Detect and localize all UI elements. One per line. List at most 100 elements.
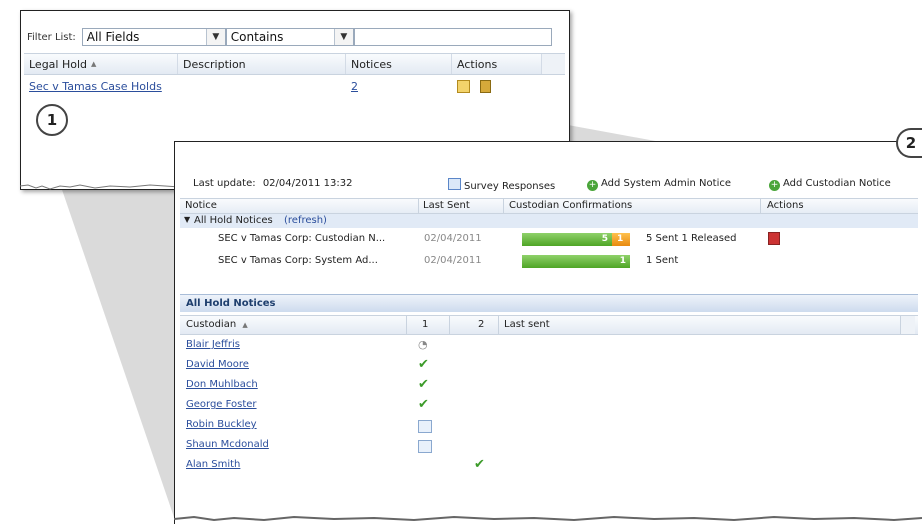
delete-icon[interactable] bbox=[480, 79, 491, 93]
filter-input[interactable] bbox=[353, 28, 552, 46]
sort-asc-icon: ▲ bbox=[242, 321, 248, 329]
callout-number-1: 1 bbox=[36, 104, 68, 136]
table-row[interactable]: David Moore ✔ bbox=[180, 355, 918, 375]
add-custodian-notice-button[interactable]: + Add Custodian Notice bbox=[769, 178, 891, 191]
group-row-all-hold-notices[interactable]: ▼ All Hold Notices (refresh) bbox=[180, 214, 918, 228]
table-row[interactable]: Alan Smith ✔ bbox=[180, 455, 918, 475]
confirmation-progress-bar: 1 bbox=[522, 255, 630, 268]
column-header-notices[interactable]: Notices bbox=[346, 54, 452, 74]
add-icon: + bbox=[769, 180, 780, 191]
refresh-link[interactable]: (refresh) bbox=[284, 215, 327, 226]
confirmed-check-icon: ✔ bbox=[418, 377, 429, 392]
column-header-last-sent[interactable]: Last sent bbox=[504, 319, 550, 330]
sort-asc-icon: ▲ bbox=[91, 60, 97, 68]
column-header-custodian-confirmations[interactable]: Custodian Confirmations bbox=[509, 200, 632, 211]
notice-name: SEC v Tamas Corp: System Ad... bbox=[218, 255, 378, 266]
notice-row[interactable]: SEC v Tamas Corp: System Ad... 02/04/201… bbox=[180, 250, 918, 272]
confirmed-check-icon: ✔ bbox=[418, 397, 429, 412]
released-segment: 1 bbox=[612, 233, 630, 246]
custodian-link[interactable]: George Foster bbox=[186, 399, 257, 410]
table-row[interactable]: Robin Buckley bbox=[180, 415, 918, 435]
torn-edge bbox=[20, 184, 180, 190]
actions-cell bbox=[452, 79, 542, 93]
operator-select[interactable]: Contains ▼ bbox=[225, 28, 354, 46]
custodian-link[interactable]: Don Muhlbach bbox=[186, 379, 258, 390]
section-title-label: All Hold Notices bbox=[186, 298, 276, 309]
released-count-label: 1 bbox=[617, 234, 624, 244]
custodian-rows: Blair Jeffris ◔ David Moore ✔ Don Muhlbach… bbox=[180, 335, 918, 475]
notice-last-sent: 02/04/2011 bbox=[424, 233, 482, 244]
sent-segment: 5 bbox=[522, 233, 612, 246]
table-row[interactable]: Shaun Mcdonald bbox=[180, 435, 918, 455]
notice-row[interactable]: SEC v Tamas Corp: Custodian N... 02/04/2… bbox=[180, 228, 918, 250]
confirmation-progress-bar: 5 1 bbox=[522, 233, 630, 246]
survey-label: Survey Responses bbox=[464, 181, 556, 192]
column-header-description[interactable]: Description bbox=[178, 54, 346, 74]
table-row[interactable]: Blair Jeffris ◔ bbox=[180, 335, 918, 355]
group-label: All Hold Notices bbox=[194, 215, 273, 226]
collapse-triangle-icon[interactable]: ▼ bbox=[184, 215, 190, 224]
column-label: Description bbox=[183, 57, 246, 71]
mail-sent-icon bbox=[418, 440, 432, 453]
sent-count-label: 5 bbox=[601, 234, 608, 244]
custodian-link[interactable]: Blair Jeffris bbox=[186, 339, 240, 350]
scrollbar-up[interactable] bbox=[542, 54, 565, 74]
notices-toolbar: Last update: 02/04/2011 13:32 Survey Res… bbox=[193, 178, 922, 194]
custodian-link[interactable]: Robin Buckley bbox=[186, 419, 257, 430]
notices-detail-panel: Last update: 02/04/2011 13:32 Survey Res… bbox=[174, 141, 922, 524]
confirmed-check-icon: ✔ bbox=[474, 457, 485, 472]
confirmation-summary: 1 Sent bbox=[646, 255, 679, 266]
confirmation-summary: 5 Sent 1 Released bbox=[646, 233, 737, 244]
column-header-actions[interactable]: Actions bbox=[452, 54, 542, 74]
legal-hold-cell: Sec v Tamas Case Holds bbox=[24, 80, 178, 93]
legal-hold-link[interactable]: Sec v Tamas Case Holds bbox=[29, 80, 162, 93]
column-label: Legal Hold bbox=[29, 57, 88, 71]
delete-notice-icon[interactable] bbox=[768, 232, 780, 245]
column-label: Actions bbox=[457, 57, 498, 71]
last-update-label: Last update: bbox=[193, 178, 256, 189]
sent-segment: 1 bbox=[522, 255, 630, 268]
table-row[interactable]: Don Muhlbach ✔ bbox=[180, 375, 918, 395]
column-header-legal-hold[interactable]: Legal Hold ▲ bbox=[24, 54, 178, 74]
table-row[interactable]: George Foster ✔ bbox=[180, 395, 918, 415]
notices-grid: Notice Last Sent Custodian Confirmations… bbox=[180, 198, 918, 272]
notices-grid-header: Notice Last Sent Custodian Confirmations… bbox=[180, 198, 918, 214]
column-header-actions[interactable]: Actions bbox=[767, 200, 804, 211]
edit-icon[interactable] bbox=[457, 79, 470, 93]
custodian-grid-header: Custodian ▲ 1 2 Last sent bbox=[180, 315, 918, 335]
column-header-notice-2[interactable]: 2 bbox=[478, 319, 484, 330]
field-select-value: All Fields bbox=[86, 30, 140, 44]
chevron-down-icon: ▼ bbox=[333, 29, 353, 45]
add-admin-label: Add System Admin Notice bbox=[601, 178, 732, 189]
column-header-last-sent[interactable]: Last Sent bbox=[423, 200, 470, 211]
column-label: Notices bbox=[351, 57, 392, 71]
table-row: Sec v Tamas Case Holds 2 bbox=[24, 75, 565, 97]
last-update: Last update: 02/04/2011 13:32 bbox=[193, 178, 352, 189]
filter-label: Filter List: bbox=[27, 31, 76, 43]
column-header-custodian[interactable]: Custodian ▲ bbox=[186, 319, 248, 330]
callout-number-2: 2 bbox=[896, 128, 922, 158]
add-custodian-label: Add Custodian Notice bbox=[783, 178, 891, 189]
confirmed-check-icon: ✔ bbox=[418, 357, 429, 372]
notices-cell: 2 bbox=[346, 80, 452, 93]
legal-hold-grid: Legal Hold ▲ Description Notices Actions… bbox=[24, 53, 565, 97]
torn-edge bbox=[174, 515, 922, 522]
filter-bar: Filter List: All Fields ▼ Contains ▼ bbox=[27, 26, 552, 48]
column-header-notice-1[interactable]: 1 bbox=[422, 319, 428, 330]
custodian-link[interactable]: Alan Smith bbox=[186, 459, 240, 470]
column-label: Custodian bbox=[186, 319, 237, 330]
notices-count-link[interactable]: 2 bbox=[351, 80, 358, 93]
custodian-link[interactable]: Shaun Mcdonald bbox=[186, 439, 269, 450]
field-select[interactable]: All Fields ▼ bbox=[81, 28, 226, 46]
add-system-admin-notice-button[interactable]: + Add System Admin Notice bbox=[587, 178, 731, 191]
section-title-all-hold-notices: All Hold Notices bbox=[180, 294, 918, 312]
add-icon: + bbox=[587, 180, 598, 191]
chevron-down-icon: ▼ bbox=[205, 29, 225, 45]
survey-responses-button[interactable]: Survey Responses bbox=[448, 178, 555, 192]
custodian-grid: Custodian ▲ 1 2 Last sent Blair Jeffris ◔… bbox=[180, 315, 918, 475]
scrollbar-up[interactable] bbox=[900, 316, 915, 334]
survey-icon bbox=[448, 178, 461, 190]
column-header-notice[interactable]: Notice bbox=[185, 200, 217, 211]
notice-last-sent: 02/04/2011 bbox=[424, 255, 482, 266]
custodian-link[interactable]: David Moore bbox=[186, 359, 249, 370]
